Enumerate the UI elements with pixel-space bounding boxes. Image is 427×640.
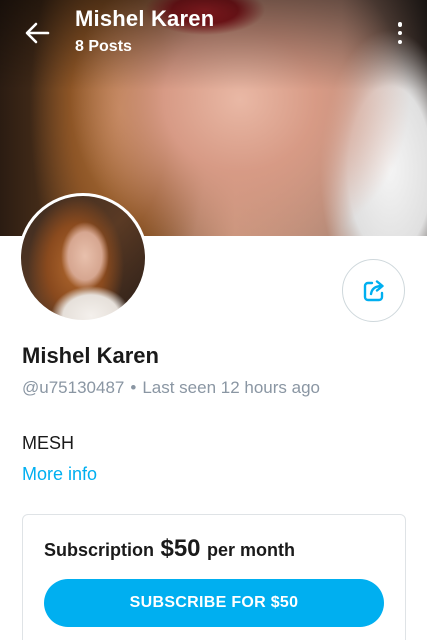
subscription-price-line: Subscription $50 per month <box>44 535 295 563</box>
subscription-label: Subscription <box>44 540 155 560</box>
subscribe-button[interactable]: SUBSCRIBE FOR $50 <box>44 579 384 627</box>
profile-bio: MESH <box>22 433 75 453</box>
profile-name: Mishel Karen <box>22 343 159 368</box>
last-seen: Last seen 12 hours ago <box>142 378 320 397</box>
subscription-price: $50 <box>160 535 201 562</box>
username: @u75130487 <box>22 378 125 397</box>
share-icon <box>363 279 384 301</box>
profile-meta: @u75130487 • Last seen 12 hours ago <box>22 378 320 398</box>
back-button[interactable] <box>20 18 54 48</box>
header-posts-count: 8 Posts <box>75 38 132 55</box>
more-info-link[interactable]: More info <box>22 464 97 485</box>
more-vertical-icon <box>397 22 403 27</box>
subscription-card: Subscription $50 per month SUBSCRIBE FOR… <box>22 514 406 640</box>
top-bar: Mishel Karen 8 Posts <box>0 0 427 70</box>
more-options-button[interactable] <box>389 18 411 48</box>
avatar[interactable] <box>18 193 148 323</box>
header-title: Mishel Karen <box>75 6 215 31</box>
subscription-period: per month <box>206 540 295 560</box>
separator-dot: • <box>130 378 137 397</box>
share-button[interactable] <box>342 259 405 322</box>
arrow-left-icon <box>25 22 50 44</box>
